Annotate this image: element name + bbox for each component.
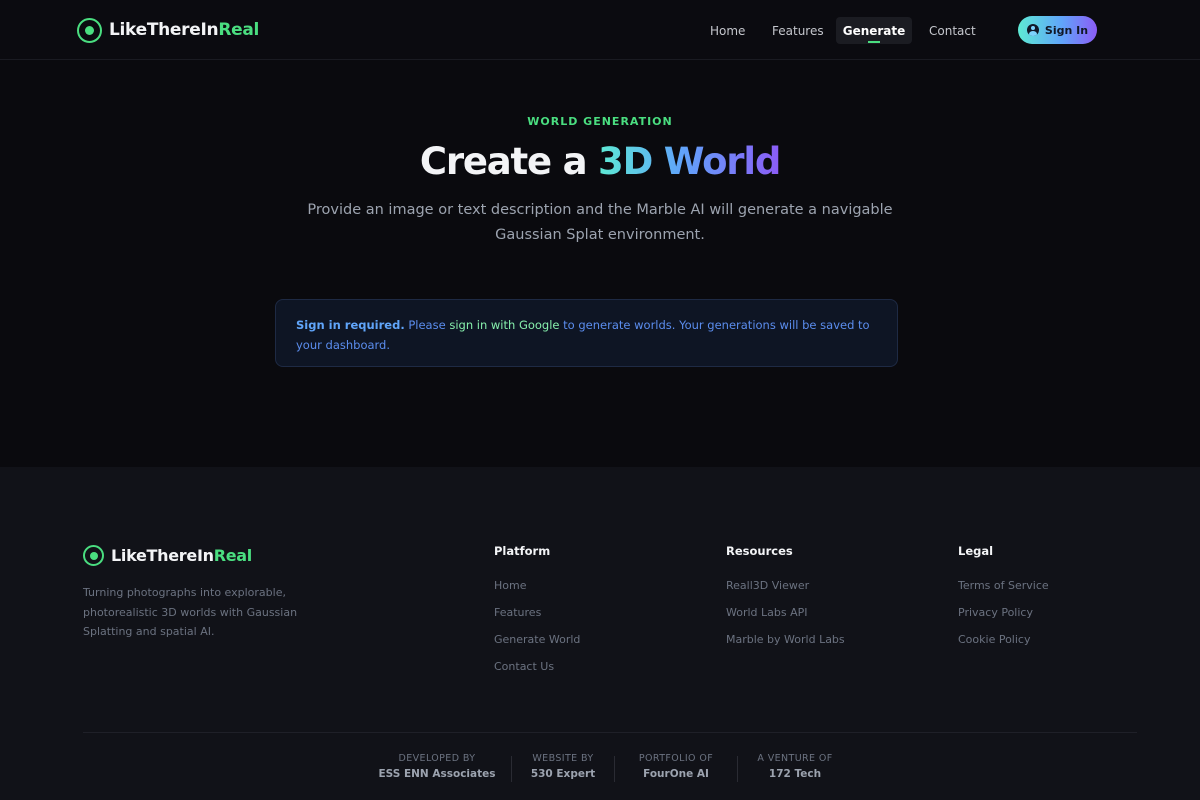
- footer-column-resources: Resources Reall3D Viewer World Labs API …: [726, 544, 845, 660]
- nav-home[interactable]: Home: [700, 17, 755, 44]
- site-header: LikeThereInReal Home Features Generate C…: [0, 0, 1200, 60]
- footer-link-generate-world[interactable]: Generate World: [494, 633, 580, 660]
- footer-description: Turning photographs into explorable, pho…: [83, 586, 298, 638]
- credit-website-by[interactable]: WEBSITE BY 530 Expert: [524, 753, 602, 780]
- footer-link-home[interactable]: Home: [494, 579, 580, 606]
- credit-portfolio-of[interactable]: PORTFOLIO OF FourOne AI: [626, 753, 726, 780]
- page-subtitle: Provide an image or text description and…: [307, 202, 893, 243]
- credit-separator: [737, 756, 738, 782]
- credit-venture-of[interactable]: A VENTURE OF 172 Tech: [748, 753, 842, 780]
- footer-brand-name: LikeThereInReal: [111, 546, 252, 565]
- footer-credits: DEVELOPED BY ESS ENN Associates WEBSITE …: [0, 753, 1200, 785]
- footer-column-title: Resources: [726, 544, 793, 558]
- hero-section: WORLD GENERATION Create a 3D World Provi…: [0, 60, 1200, 467]
- logo-icon: [83, 545, 104, 566]
- sign-in-button[interactable]: Sign In: [1018, 16, 1097, 44]
- logo-icon: [77, 17, 102, 43]
- footer-column-platform: Platform Home Features Generate World Co…: [494, 544, 580, 687]
- nav-contact[interactable]: Contact: [919, 17, 986, 44]
- footer-link-features[interactable]: Features: [494, 606, 580, 633]
- footer-divider: [83, 732, 1137, 733]
- credit-separator: [614, 756, 615, 782]
- page-title: Create a 3D World: [419, 140, 781, 183]
- sign-in-notice: Sign in required. Please sign in with Go…: [275, 299, 898, 367]
- brand-logo[interactable]: LikeThereInReal: [77, 16, 259, 44]
- footer-column-title: Platform: [494, 544, 551, 558]
- footer-column-title: Legal: [958, 544, 994, 558]
- notice-strong: Sign in required.: [296, 318, 405, 332]
- user-icon: [1026, 24, 1039, 36]
- footer-link-reall3d-viewer[interactable]: Reall3D Viewer: [726, 579, 845, 606]
- nav-generate[interactable]: Generate: [836, 17, 912, 44]
- footer-brand-logo[interactable]: LikeThereInReal: [83, 545, 252, 566]
- footer-column-legal: Legal Terms of Service Privacy Policy Co…: [958, 544, 1049, 660]
- footer-link-privacy[interactable]: Privacy Policy: [958, 606, 1049, 633]
- credit-developed-by[interactable]: DEVELOPED BY ESS ENN Associates: [378, 753, 496, 780]
- footer-link-marble[interactable]: Marble by World Labs: [726, 633, 845, 660]
- footer-link-cookie[interactable]: Cookie Policy: [958, 633, 1049, 660]
- footer-link-world-labs-api[interactable]: World Labs API: [726, 606, 845, 633]
- brand-name: LikeThereInReal: [109, 20, 260, 40]
- nav-features[interactable]: Features: [762, 17, 834, 44]
- section-eyebrow: WORLD GENERATION: [527, 115, 673, 128]
- credit-separator: [511, 756, 512, 782]
- site-footer: LikeThereInReal Turning photographs into…: [0, 467, 1200, 800]
- footer-link-contact-us[interactable]: Contact Us: [494, 660, 580, 687]
- footer-link-terms[interactable]: Terms of Service: [958, 579, 1049, 606]
- sign-in-label: Sign In: [1044, 23, 1089, 37]
- google-sign-in-link[interactable]: sign in with Google: [449, 318, 559, 332]
